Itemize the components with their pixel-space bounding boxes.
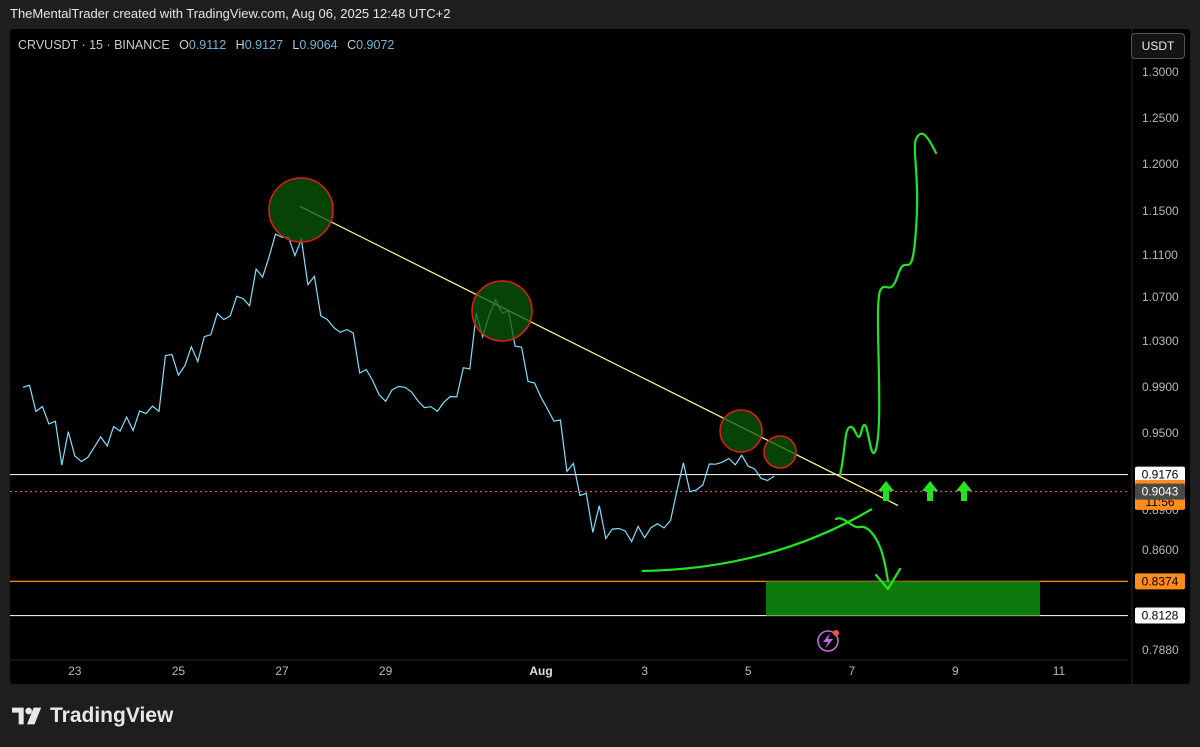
- y-tick-label: 1.1500: [1142, 204, 1179, 218]
- close-label: C: [347, 38, 357, 52]
- y-tick-label: 1.3000: [1142, 65, 1179, 79]
- swing-high-circle: [268, 177, 334, 243]
- tradingview-logo-icon: [12, 707, 42, 725]
- x-tick-label: 29: [379, 664, 393, 678]
- price-label-text: 0.8128: [1142, 609, 1179, 623]
- y-tick-label: 0.8600: [1142, 543, 1179, 557]
- x-tick-label: 3: [641, 664, 648, 678]
- price-label-text: 0.9043: [1142, 485, 1179, 499]
- target-zone: [766, 581, 1040, 616]
- price-chart[interactable]: 1.3000 1.2500 1.2000 1.1500 1.1100 1.0700 1.03…: [10, 29, 1190, 684]
- open-label: O: [179, 38, 189, 52]
- currency-button[interactable]: USDT: [1131, 33, 1185, 59]
- tradingview-footer: TradingView: [12, 704, 173, 728]
- chart-frame[interactable]: 1.3000 1.2500 1.2000 1.1500 1.1100 1.0700 1.03…: [10, 29, 1190, 684]
- attribution-text: TheMentalTrader created with TradingView…: [10, 6, 451, 21]
- close-value: 0.9072: [356, 38, 395, 52]
- high-label: H: [235, 38, 245, 52]
- open-value: 0.9112: [188, 38, 227, 52]
- x-tick-label: 25: [172, 664, 186, 678]
- x-tick-label: 5: [745, 664, 752, 678]
- y-tick-label: 1.0300: [1142, 334, 1179, 348]
- x-tick-label: 11: [1053, 664, 1066, 678]
- swing-high-circle: [719, 409, 763, 453]
- tradingview-brand: TradingView: [50, 704, 174, 727]
- symbol-info: CRVUSDT · 15 · BINANCE: [18, 38, 170, 52]
- price-label-text: 0.9176: [1142, 468, 1179, 482]
- x-tick-label: Aug: [529, 664, 552, 678]
- x-tick-label: 27: [275, 664, 289, 678]
- y-tick-label: 0.9500: [1142, 426, 1179, 440]
- y-tick-label: 0.7880: [1142, 643, 1179, 657]
- y-tick-label: 1.2500: [1142, 111, 1179, 125]
- price-label-tag: 0.8374: [1135, 573, 1185, 590]
- swing-high-circle: [471, 280, 533, 342]
- x-tick-label: 23: [68, 664, 82, 678]
- price-label-tag: 0.8128: [1135, 607, 1185, 624]
- price-label-tag: 0.9043: [1135, 483, 1185, 500]
- y-tick-label: 0.9900: [1142, 380, 1179, 394]
- x-tick-label: 7: [848, 664, 855, 678]
- price-label-text: 0.8374: [1142, 574, 1179, 588]
- swing-high-circle: [763, 435, 797, 469]
- y-tick-label: 1.0700: [1142, 290, 1179, 304]
- y-tick-label: 1.2000: [1142, 157, 1179, 171]
- ohlc-legend: CRVUSDT · 15 · BINANCE O0.9112 H0.9127 L…: [18, 38, 394, 52]
- x-tick-label: 9: [952, 664, 959, 678]
- high-value: 0.9127: [244, 38, 283, 52]
- y-tick-label: 1.1100: [1142, 248, 1178, 262]
- low-value: 0.9064: [299, 38, 338, 52]
